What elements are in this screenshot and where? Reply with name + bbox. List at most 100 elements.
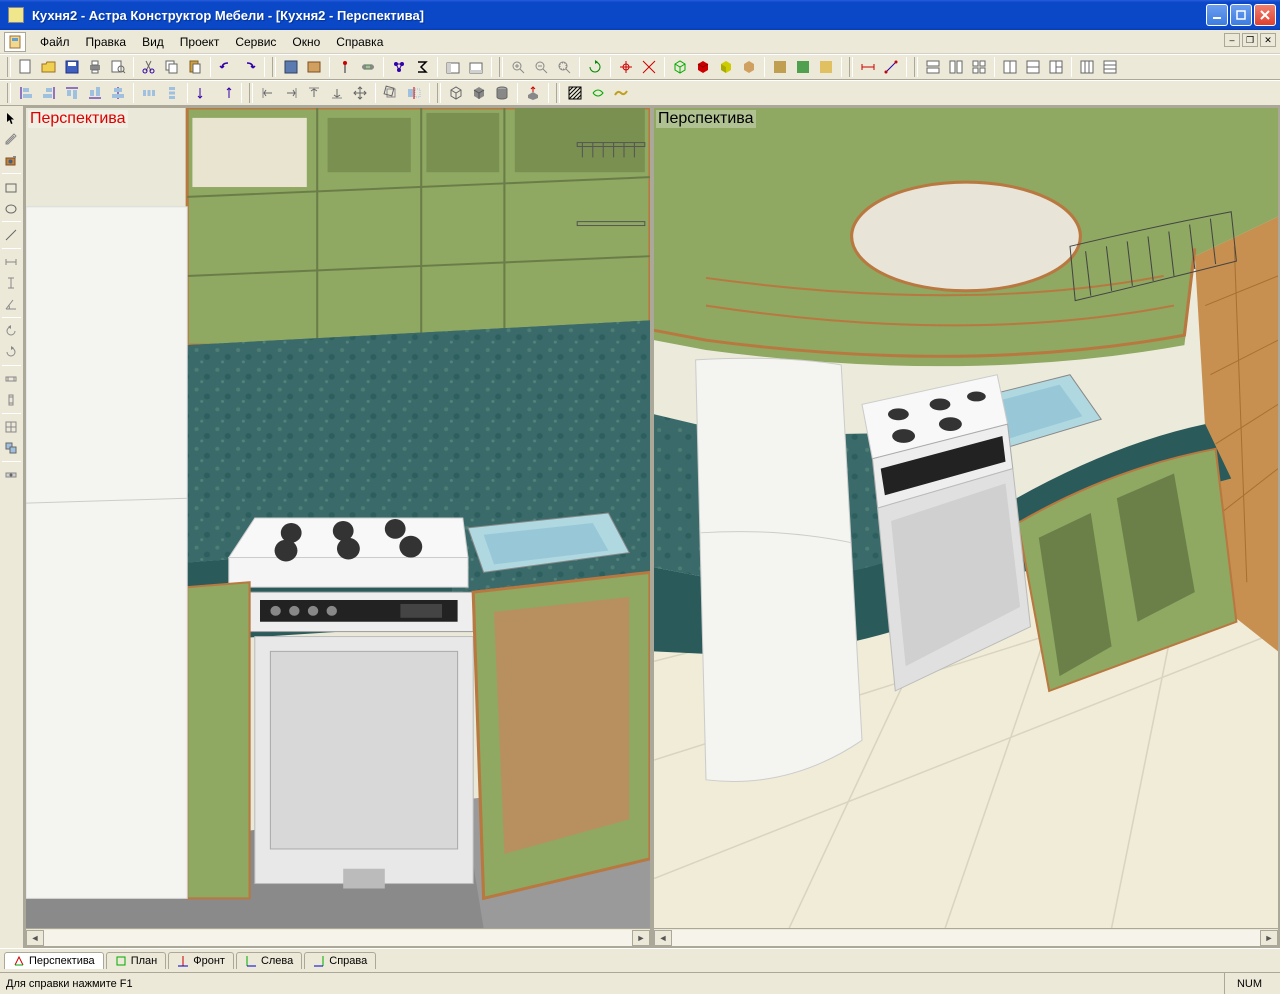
layout-3-button[interactable] [1045, 56, 1067, 78]
line-tool-button[interactable] [0, 225, 22, 245]
layout-4-button[interactable] [1076, 56, 1098, 78]
contour-button[interactable] [587, 82, 609, 104]
split-h-button[interactable] [922, 56, 944, 78]
distribute-h-button[interactable] [138, 82, 160, 104]
maximize-button[interactable] [1230, 4, 1252, 26]
rendered-button[interactable] [738, 56, 760, 78]
undo-button[interactable] [215, 56, 237, 78]
menu-file[interactable]: Файл [32, 33, 78, 51]
toolbar-grip-icon[interactable] [7, 57, 11, 77]
tab-right[interactable]: Справа [304, 952, 376, 969]
rotate-l-button[interactable] [0, 321, 22, 341]
save-button[interactable] [61, 56, 83, 78]
snap-object-button[interactable] [0, 438, 22, 458]
circle-tool-button[interactable] [0, 198, 22, 218]
viewport-left[interactable]: Перспектива [26, 108, 650, 928]
rect-tool-button[interactable] [0, 177, 22, 197]
tab-perspective[interactable]: Перспектива [4, 952, 104, 969]
textured-button[interactable] [715, 56, 737, 78]
dim-angle-button[interactable] [0, 294, 22, 314]
open-button[interactable] [38, 56, 60, 78]
tab-front[interactable]: Фронт [168, 952, 234, 969]
cylinder-button[interactable] [491, 82, 513, 104]
select-cross-button[interactable] [638, 56, 660, 78]
menu-project[interactable]: Проект [172, 33, 228, 51]
minimize-button[interactable] [1206, 4, 1228, 26]
move-left-button[interactable] [257, 82, 279, 104]
split-4-button[interactable] [968, 56, 990, 78]
scroll-track[interactable] [44, 930, 632, 946]
layout-5-button[interactable] [1099, 56, 1121, 78]
mdi-restore-button[interactable]: ❐ [1242, 33, 1258, 47]
drilling-button[interactable] [334, 56, 356, 78]
material-1-button[interactable] [769, 56, 791, 78]
redo-button[interactable] [238, 56, 260, 78]
group-button[interactable] [388, 56, 410, 78]
split-v-button[interactable] [945, 56, 967, 78]
select-tool-button[interactable] [0, 108, 22, 128]
zoom-out-button[interactable] [530, 56, 552, 78]
edit-tool-button[interactable] [0, 129, 22, 149]
menu-help[interactable]: Справка [328, 33, 391, 51]
print-button[interactable] [84, 56, 106, 78]
tab-left[interactable]: Слева [236, 952, 302, 969]
scrollbar-right[interactable]: ◄ ► [654, 928, 1278, 946]
scroll-right-button[interactable]: ► [632, 930, 650, 946]
align-bottom-button[interactable] [84, 82, 106, 104]
toolbar-grip-icon[interactable] [7, 83, 11, 103]
app-menu-icon[interactable] [4, 32, 26, 52]
hatch-button[interactable] [564, 82, 586, 104]
mdi-minimize-button[interactable]: – [1224, 33, 1240, 47]
cut-button[interactable] [138, 56, 160, 78]
rotate-button[interactable] [380, 82, 402, 104]
toolbar-grip-icon[interactable] [556, 83, 560, 103]
box-wire-button[interactable] [445, 82, 467, 104]
layout-2-button[interactable] [1022, 56, 1044, 78]
mirror-button[interactable] [403, 82, 425, 104]
menu-service[interactable]: Сервис [227, 33, 284, 51]
material-2-button[interactable] [792, 56, 814, 78]
new-button[interactable] [15, 56, 37, 78]
extrude-button[interactable] [522, 82, 544, 104]
select-center-button[interactable] [615, 56, 637, 78]
lock-h-button[interactable] [0, 369, 22, 389]
dimension-button[interactable] [857, 56, 879, 78]
scroll-left-button[interactable]: ◄ [26, 930, 44, 946]
toolbar-grip-icon[interactable] [914, 57, 918, 77]
zoom-in-button[interactable] [507, 56, 529, 78]
material-3-button[interactable] [815, 56, 837, 78]
mdi-close-button[interactable]: ✕ [1260, 33, 1276, 47]
move-free-button[interactable] [349, 82, 371, 104]
rotate-r-button[interactable] [0, 342, 22, 362]
layout-1-button[interactable] [999, 56, 1021, 78]
wireframe-button[interactable] [669, 56, 691, 78]
distribute-v-button[interactable] [161, 82, 183, 104]
scroll-right-button[interactable]: ► [1260, 930, 1278, 946]
snap-1-button[interactable] [192, 82, 214, 104]
measure-button[interactable] [880, 56, 902, 78]
tab-plan[interactable]: План [106, 952, 167, 969]
print-preview-button[interactable] [107, 56, 129, 78]
dim-v-button[interactable] [0, 273, 22, 293]
profile-button[interactable] [303, 56, 325, 78]
camera-tool-button[interactable] [0, 150, 22, 170]
options-button[interactable] [0, 465, 22, 485]
shaded-button[interactable] [692, 56, 714, 78]
align-center-h-button[interactable] [107, 82, 129, 104]
zoom-fit-button[interactable] [553, 56, 575, 78]
menu-view[interactable]: Вид [134, 33, 172, 51]
layers-button[interactable] [442, 56, 464, 78]
toolbar-grip-icon[interactable] [499, 57, 503, 77]
properties-button[interactable] [465, 56, 487, 78]
dim-h-button[interactable] [0, 252, 22, 272]
surface-button[interactable] [610, 82, 632, 104]
toolbar-grip-icon[interactable] [249, 83, 253, 103]
viewport-right[interactable]: Перспектива [654, 108, 1278, 928]
snap-grid-button[interactable] [0, 417, 22, 437]
align-left-button[interactable] [15, 82, 37, 104]
snap-2-button[interactable] [215, 82, 237, 104]
move-right-button[interactable] [280, 82, 302, 104]
refresh-button[interactable] [584, 56, 606, 78]
align-right-button[interactable] [38, 82, 60, 104]
hardware-button[interactable] [357, 56, 379, 78]
